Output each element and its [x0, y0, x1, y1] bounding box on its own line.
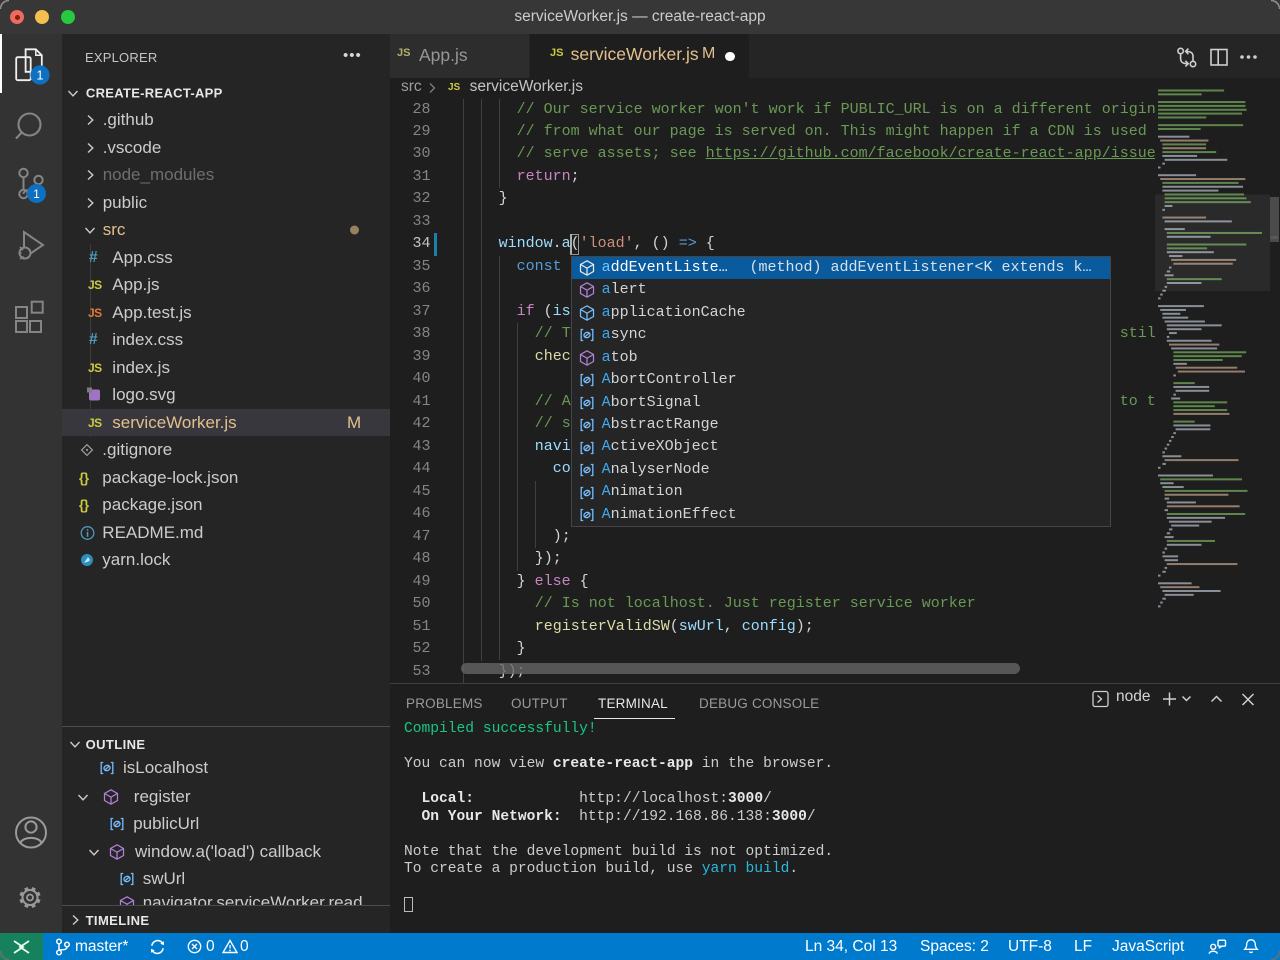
svg-text:1: 1: [33, 187, 40, 201]
svg-text:1: 1: [37, 69, 44, 83]
